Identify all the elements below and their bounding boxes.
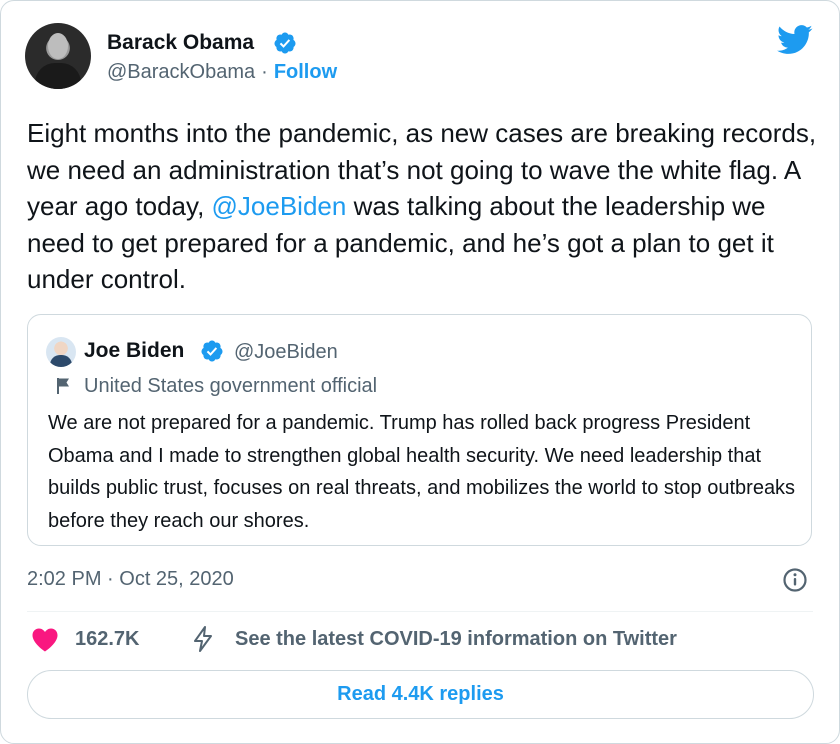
- divider: [27, 611, 813, 612]
- read-replies-button[interactable]: Read 4.4K replies: [27, 670, 814, 719]
- author-avatar[interactable]: [25, 23, 91, 89]
- follow-link[interactable]: Follow: [274, 61, 337, 83]
- author-name[interactable]: Barack Obama: [107, 31, 254, 55]
- tweet-timestamp[interactable]: 2:02 PM · Oct 25, 2020: [27, 568, 234, 591]
- separator-dot: ·: [261, 61, 268, 83]
- author-meta: @BarackObama · Follow: [107, 61, 337, 84]
- quoted-author-name: Joe Biden: [84, 339, 185, 362]
- verified-badge-icon: [274, 32, 296, 54]
- lightning-bolt-icon: [194, 626, 212, 652]
- quoted-tweet-text: We are not prepared for a pandemic. Trum…: [48, 412, 796, 532]
- tweet-card: Barack Obama @BarackObama · Follow Eight m…: [0, 0, 840, 744]
- heart-icon[interactable]: [31, 627, 59, 653]
- like-count[interactable]: 162.7K: [75, 628, 140, 651]
- author-handle[interactable]: @BarackObama: [107, 61, 255, 83]
- quoted-tweet[interactable]: Joe Biden @JoeBiden United States govern…: [27, 314, 812, 546]
- covid-info-link[interactable]: See the latest COVID-19 information on T…: [235, 628, 677, 651]
- read-replies-label: Read 4.4K replies: [337, 683, 504, 705]
- quoted-author-avatar[interactable]: [46, 337, 76, 367]
- avatar-face: [48, 33, 68, 59]
- avatar-suit: [35, 63, 81, 89]
- verified-badge-icon: [201, 340, 223, 362]
- tweet-text: Eight months into the pandemic, as new c…: [27, 115, 817, 298]
- quoted-author-handle: @JoeBiden: [234, 341, 338, 363]
- info-icon[interactable]: [782, 567, 808, 593]
- avatar-shirt: [50, 355, 72, 367]
- mention-link[interactable]: @JoeBiden: [212, 191, 347, 221]
- twitter-bird-icon[interactable]: [777, 25, 813, 55]
- flag-icon: [57, 378, 69, 394]
- government-official-label: United States government official: [84, 375, 378, 397]
